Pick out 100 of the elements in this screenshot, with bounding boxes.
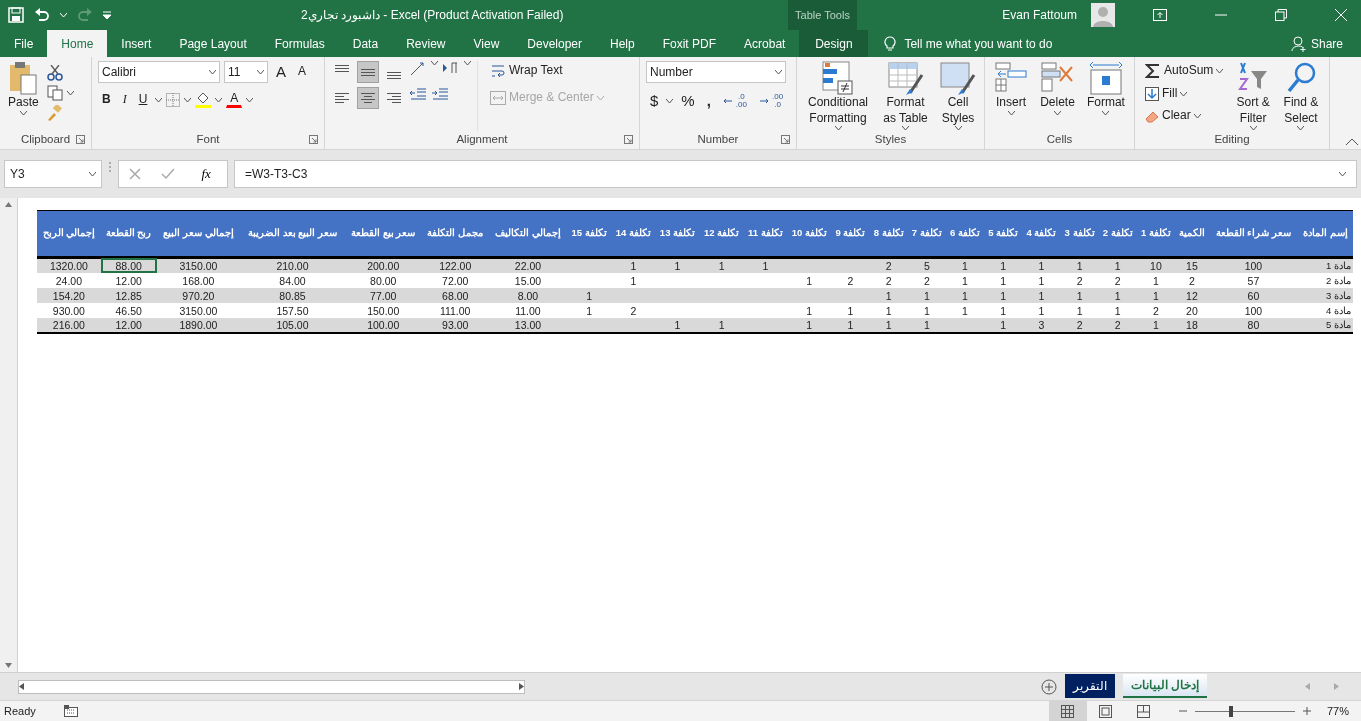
share-button[interactable]: Share bbox=[1284, 30, 1361, 57]
zoom-in-icon[interactable] bbox=[1302, 707, 1311, 715]
sheet-tab[interactable]: التقرير bbox=[1064, 673, 1115, 698]
dialog-launcher-icon[interactable] bbox=[309, 135, 318, 144]
clear-button[interactable]: Clear bbox=[1141, 107, 1228, 125]
restore-icon[interactable] bbox=[1275, 9, 1287, 21]
insert-function-button[interactable]: fx bbox=[195, 163, 217, 185]
caret-icon bbox=[19, 110, 27, 115]
tell-me-search[interactable]: Tell me what you want to do bbox=[904, 34, 1053, 53]
align-middle-button[interactable] bbox=[357, 61, 379, 83]
fill-button[interactable]: Fill bbox=[1141, 85, 1228, 103]
align-center-button[interactable] bbox=[357, 87, 379, 109]
ribbon-tab[interactable]: Formulas bbox=[260, 30, 339, 57]
decimal-increase-button[interactable]: .0 .00 bbox=[718, 91, 751, 112]
ribbon-tab[interactable]: Data bbox=[338, 30, 393, 57]
column-header: إجمالي الربح bbox=[37, 210, 101, 258]
ribbon-tab[interactable]: Review bbox=[392, 30, 460, 57]
table-cell: 1 bbox=[567, 288, 612, 303]
slider-thumb[interactable] bbox=[1228, 705, 1233, 717]
styles-button[interactable]: Cell Styles bbox=[938, 61, 978, 131]
item-name-cell: مادة 4 bbox=[1298, 303, 1353, 318]
currency-button[interactable]: $ bbox=[646, 91, 663, 112]
table-cell: 12.00 bbox=[100, 318, 157, 333]
ribbon-tab[interactable]: View bbox=[459, 30, 514, 57]
text-direction-icon[interactable] bbox=[442, 61, 460, 75]
bold-button[interactable]: B bbox=[98, 91, 115, 109]
table-cell: 1 bbox=[787, 273, 832, 288]
caret-icon bbox=[66, 91, 74, 95]
caret-icon bbox=[184, 97, 192, 102]
italic-button[interactable]: I bbox=[118, 91, 131, 109]
dialog-launcher-icon[interactable] bbox=[624, 135, 633, 144]
orientation-icon[interactable] bbox=[409, 61, 427, 77]
font-name-field[interactable]: Calibri bbox=[98, 61, 220, 83]
normal-view-button[interactable] bbox=[1048, 700, 1087, 721]
wrap-text-button[interactable]: Wrap Text bbox=[486, 61, 608, 81]
scroll-left-icon[interactable] bbox=[19, 683, 24, 690]
column-header: تكلفة 10 bbox=[787, 210, 832, 258]
name-box[interactable]: Y3 bbox=[4, 160, 102, 188]
styles-button[interactable]: Conditional Formatting bbox=[803, 61, 873, 131]
table-cell: 1 bbox=[945, 303, 985, 318]
group-label: Editing bbox=[1214, 133, 1250, 145]
scroll-down-icon[interactable] bbox=[5, 663, 12, 668]
group-label: Styles bbox=[874, 133, 907, 145]
paste-button[interactable]: Paste bbox=[6, 61, 41, 131]
dialog-launcher-icon[interactable] bbox=[76, 135, 85, 144]
undo-icon[interactable] bbox=[34, 8, 50, 22]
table-cell: 1 bbox=[984, 273, 1023, 288]
scroll-up-icon[interactable] bbox=[5, 202, 12, 207]
font-color-button[interactable]: A bbox=[226, 91, 243, 109]
collapse-ribbon-icon[interactable] bbox=[1346, 138, 1358, 145]
macro-icon[interactable] bbox=[63, 705, 78, 717]
autosum-button[interactable]: AutoSum bbox=[1141, 61, 1228, 81]
ribbon-tab[interactable]: Acrobat bbox=[730, 30, 800, 57]
styles-button[interactable]: Format as Table bbox=[879, 61, 932, 131]
caret-icon bbox=[666, 99, 674, 104]
formula-field[interactable]: =W3-T3-C3 bbox=[234, 160, 1357, 188]
lightbulb-icon[interactable] bbox=[884, 35, 897, 52]
customize-icon[interactable] bbox=[103, 11, 111, 19]
fill-color-icon[interactable] bbox=[195, 91, 212, 108]
ribbon-tab[interactable]: File bbox=[0, 30, 48, 57]
number-format-field[interactable]: Number bbox=[646, 61, 786, 83]
ribbon-tab[interactable]: Page Layout bbox=[165, 30, 261, 57]
ribbon-tab[interactable]: Home bbox=[47, 30, 108, 57]
person-icon bbox=[1290, 35, 1307, 52]
caret-icon bbox=[1193, 114, 1201, 118]
add-sheet-icon[interactable] bbox=[1040, 678, 1057, 695]
dialog-launcher-icon[interactable] bbox=[781, 135, 790, 144]
group-label: Number bbox=[697, 133, 739, 145]
column-header: تكلفة 12 bbox=[699, 210, 744, 258]
cells-button[interactable]: Format bbox=[1084, 61, 1127, 131]
zoom-level[interactable]: 77% bbox=[1326, 702, 1349, 720]
copy-icon[interactable] bbox=[46, 85, 63, 101]
table-cell: 1 bbox=[907, 303, 946, 318]
comma-button[interactable]: , bbox=[702, 91, 715, 112]
table-cell: 1 bbox=[1022, 303, 1061, 318]
table-cell: 11.00 bbox=[488, 303, 568, 318]
table-cell: 2 bbox=[831, 273, 870, 288]
percent-button[interactable]: % bbox=[677, 91, 699, 112]
cells-button[interactable]: Insert bbox=[992, 61, 1031, 131]
underline-button[interactable]: U bbox=[134, 91, 152, 109]
decimal-decrease-button[interactable]: .00 .0 bbox=[755, 91, 788, 112]
ribbon-tab[interactable]: Design bbox=[799, 30, 869, 57]
ribbon-tab[interactable]: Insert bbox=[107, 30, 166, 57]
shrink-font-button[interactable]: A bbox=[294, 63, 311, 81]
ribbon-tab[interactable]: Help bbox=[596, 30, 649, 57]
sheet-tab[interactable]: إدخال البيانات bbox=[1122, 673, 1207, 698]
font-size-field[interactable]: 11 bbox=[224, 61, 268, 83]
table-cell: 57 bbox=[1208, 273, 1299, 288]
save-icon[interactable] bbox=[8, 7, 24, 23]
table-cell: 1 bbox=[1136, 288, 1176, 303]
ribbon-tab[interactable]: Developer bbox=[513, 30, 596, 57]
find-select-button[interactable]: Find & Select bbox=[1278, 61, 1323, 131]
cells-button[interactable]: Delete bbox=[1038, 61, 1077, 131]
sort-filter-button[interactable]: Sort & Filter bbox=[1233, 61, 1273, 131]
grow-font-button[interactable]: A bbox=[272, 61, 290, 83]
ribbon-display-icon[interactable] bbox=[1153, 9, 1167, 21]
scissors-icon[interactable] bbox=[46, 65, 63, 81]
close-icon[interactable] bbox=[1335, 9, 1347, 21]
ribbon-tab[interactable]: Foxit PDF bbox=[648, 30, 731, 57]
scroll-right-icon[interactable] bbox=[519, 683, 524, 690]
